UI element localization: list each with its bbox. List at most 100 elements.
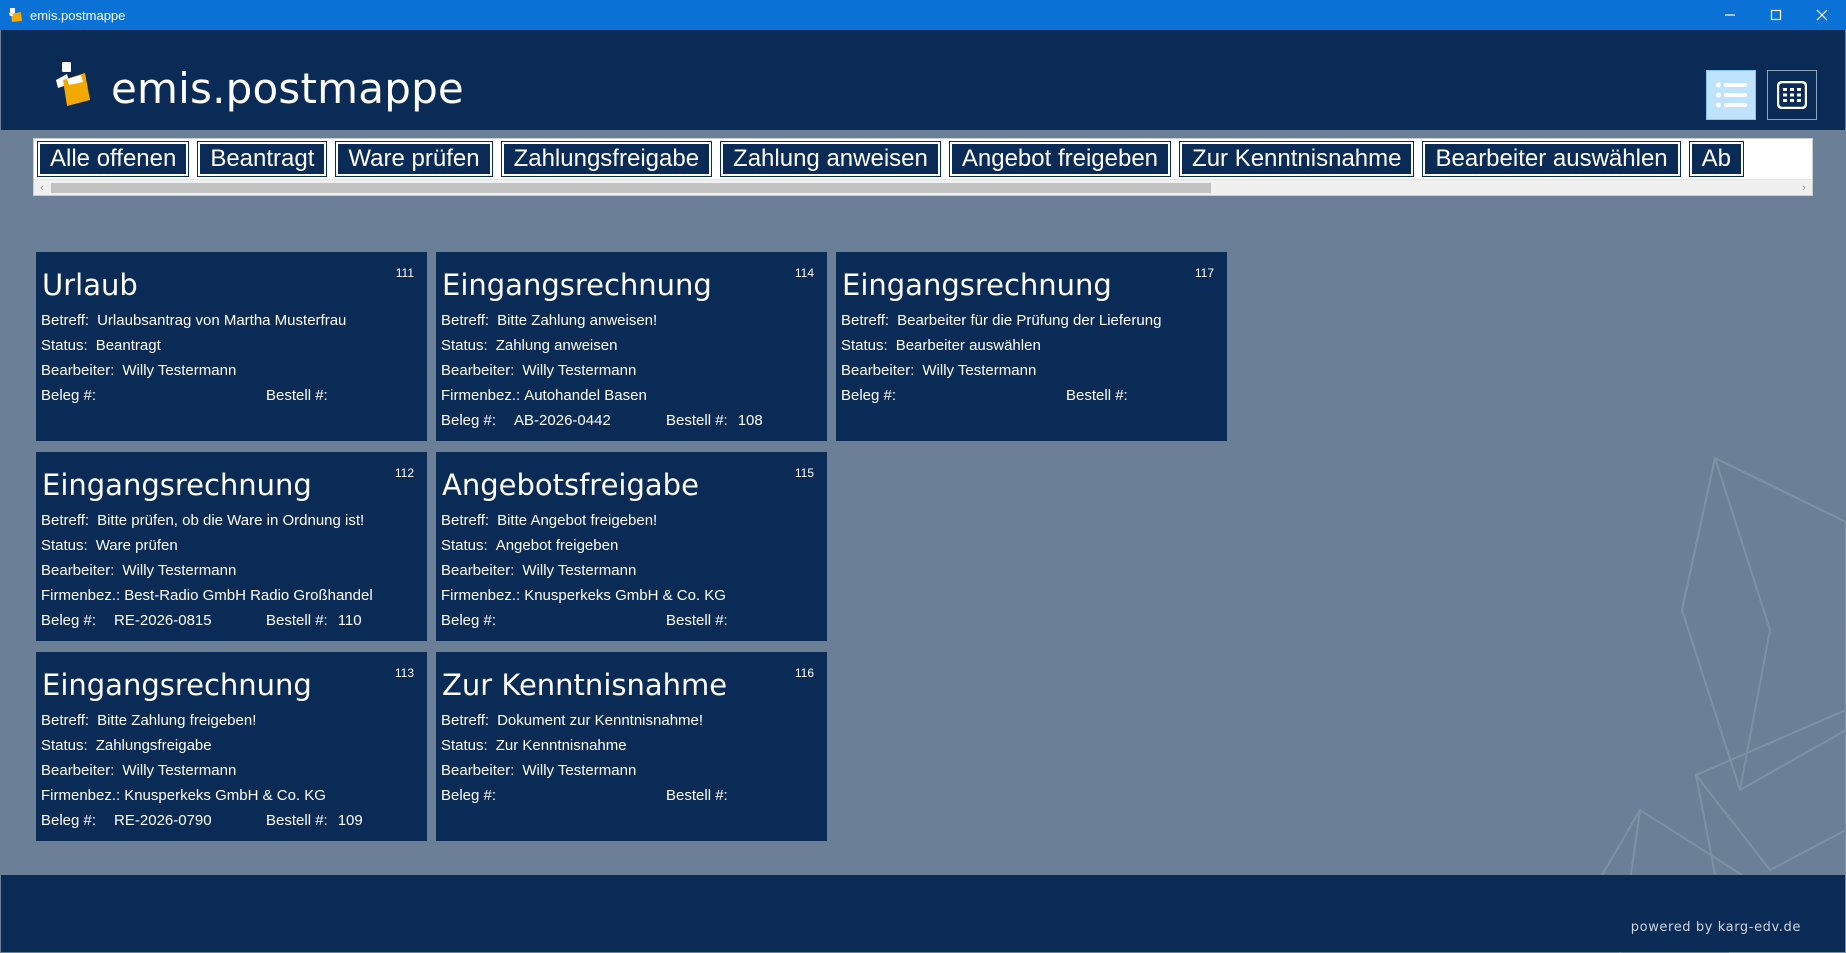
filter-alle-offenen[interactable]: Alle offenen [36, 141, 190, 177]
bearbeiter-label: Bearbeiter: [841, 362, 915, 379]
filter-bar: Alle offenen Beantragt Ware prüfen Zahlu… [33, 138, 1813, 196]
status-value: Bearbeiter auswählen [895, 337, 1041, 354]
beleg-label: Beleg #: [41, 387, 97, 404]
betreff-value: Bitte Angebot freigeben! [497, 512, 658, 529]
status-value: Zahlung anweisen [495, 337, 618, 354]
bearbeiter-value: Willy Testermann [122, 762, 237, 779]
status-label: Status: [41, 737, 88, 754]
beleg-label: Beleg #: [441, 612, 497, 629]
bestell-label: Bestell #: [266, 812, 328, 829]
bearbeiter-value: Willy Testermann [122, 562, 237, 579]
bearbeiter-value: Willy Testermann [522, 362, 637, 379]
firmenbez-value: Best-Radio GmbH Radio Großhandel [124, 587, 373, 604]
card-112[interactable]: 112 Eingangsrechnung Betreff: Bitte prüfe… [36, 452, 427, 641]
betreff-label: Betreff: [841, 312, 890, 329]
grid-view-button[interactable] [1767, 70, 1817, 120]
app-footer: powered by karg-edv.de [1, 875, 1845, 952]
bearbeiter-label: Bearbeiter: [41, 562, 115, 579]
scroll-right-icon[interactable]: › [1796, 180, 1812, 195]
card-115[interactable]: 115 Angebotsfreigabe Betreff: Bitte Angeb… [436, 452, 827, 641]
list-view-button[interactable] [1706, 70, 1756, 120]
bestell-label: Bestell #: [266, 612, 328, 629]
card-number: 117 [1194, 266, 1214, 280]
card-title: Zur Kenntnisnahme [442, 668, 728, 702]
filter-angebot-freigeben[interactable]: Angebot freigeben [948, 141, 1172, 177]
bestell-label: Bestell #: [666, 612, 728, 629]
card-117[interactable]: 117 Eingangsrechnung Betreff: Bearbeiter … [836, 252, 1227, 441]
filter-bearbeiter-auswaehlen[interactable]: Bearbeiter auswählen [1422, 141, 1681, 177]
bestell-label: Bestell #: [1066, 387, 1128, 404]
beleg-value: RE-2026-0790 [114, 812, 212, 829]
bearbeiter-value: Willy Testermann [522, 562, 637, 579]
bearbeiter-label: Bearbeiter: [441, 762, 515, 779]
minimize-icon [1725, 14, 1735, 16]
beleg-value: AB-2026-0442 [514, 412, 611, 429]
list-view-icon [1716, 82, 1747, 108]
card-number: 115 [794, 466, 814, 480]
bearbeiter-label: Bearbeiter: [441, 562, 515, 579]
beleg-value: RE-2026-0815 [114, 612, 212, 629]
filter-beantragt[interactable]: Beantragt [197, 141, 328, 177]
filter-more[interactable]: Ab [1688, 141, 1745, 177]
betreff-label: Betreff: [41, 712, 90, 729]
beleg-label: Beleg #: [841, 387, 897, 404]
status-value: Zahlungsfreigabe [95, 737, 212, 754]
beleg-label: Beleg #: [41, 812, 97, 829]
filter-list: Alle offenen Beantragt Ware prüfen Zahlu… [36, 141, 1753, 177]
card-111[interactable]: 111 Urlaub Betreff: Urlaubsantrag von Mar… [36, 252, 427, 441]
betreff-value: Bitte Zahlung anweisen! [497, 312, 658, 329]
filter-zur-kenntnisnahme[interactable]: Zur Kenntnisnahme [1179, 141, 1415, 177]
horizontal-scrollbar[interactable]: ‹ › [34, 179, 1812, 195]
betreff-label: Betreff: [441, 312, 490, 329]
betreff-label: Betreff: [441, 512, 490, 529]
card-116[interactable]: 116 Zur Kenntnisnahme Betreff: Dokument z… [436, 652, 827, 841]
close-icon [1816, 9, 1828, 21]
folder-logo-icon [56, 62, 90, 106]
firmenbez-label: Firmenbez.: [441, 387, 521, 404]
firmenbez-value: Knusperkeks GmbH & Co. KG [524, 587, 726, 604]
filter-zahlungsfreigabe[interactable]: Zahlungsfreigabe [500, 141, 713, 177]
emis-app-icon [9, 8, 22, 22]
filter-ware-pruefen[interactable]: Ware prüfen [335, 141, 493, 177]
card-title: Eingangsrechnung [442, 268, 712, 302]
firmenbez-label: Firmenbez.: [441, 587, 521, 604]
betreff-value: Bitte Zahlung freigeben! [97, 712, 257, 729]
betreff-value: Bearbeiter für die Prüfung der Lieferung [897, 312, 1162, 329]
beleg-label: Beleg #: [441, 412, 497, 429]
filter-zahlung-anweisen[interactable]: Zahlung anweisen [720, 141, 941, 177]
card-113[interactable]: 113 Eingangsrechnung Betreff: Bitte Zahlu… [36, 652, 427, 841]
powered-by-text[interactable]: powered by karg-edv.de [1631, 920, 1801, 935]
bearbeiter-label: Bearbeiter: [441, 362, 515, 379]
status-value: Zur Kenntnisnahme [495, 737, 627, 754]
bestell-value: 109 [337, 812, 363, 829]
card-title: Angebotsfreigabe [442, 468, 699, 502]
close-button[interactable] [1799, 0, 1845, 30]
status-label: Status: [441, 337, 488, 354]
card-title: Eingangsrechnung [842, 268, 1112, 302]
scroll-left-icon[interactable]: ‹ [34, 180, 50, 195]
betreff-value: Urlaubsantrag von Martha Musterfrau [97, 312, 347, 329]
card-number: 112 [394, 466, 414, 480]
card-title: Eingangsrechnung [42, 668, 312, 702]
status-label: Status: [441, 537, 488, 554]
betreff-value: Bitte prüfen, ob die Ware in Ordnung ist… [97, 512, 365, 529]
window-titlebar: emis.postmappe [0, 0, 1846, 30]
firmenbez-value: Autohandel Basen [524, 387, 647, 404]
status-label: Status: [841, 337, 888, 354]
maximize-button[interactable] [1753, 0, 1799, 30]
bearbeiter-label: Bearbeiter: [41, 762, 115, 779]
scroll-thumb[interactable] [51, 183, 1211, 193]
status-label: Status: [41, 537, 88, 554]
firmenbez-label: Firmenbez.: [41, 587, 121, 604]
bestell-value: 108 [737, 412, 763, 429]
beleg-label: Beleg #: [41, 612, 97, 629]
card-114[interactable]: 114 Eingangsrechnung Betreff: Bitte Zahlu… [436, 252, 827, 441]
maximize-icon [1770, 9, 1782, 21]
minimize-button[interactable] [1707, 0, 1753, 30]
betreff-label: Betreff: [441, 712, 490, 729]
bearbeiter-value: Willy Testermann [122, 362, 237, 379]
window-title: emis.postmappe [30, 8, 126, 23]
status-value: Angebot freigeben [495, 537, 619, 554]
bestell-label: Bestell #: [666, 412, 728, 429]
betreff-label: Betreff: [41, 312, 90, 329]
